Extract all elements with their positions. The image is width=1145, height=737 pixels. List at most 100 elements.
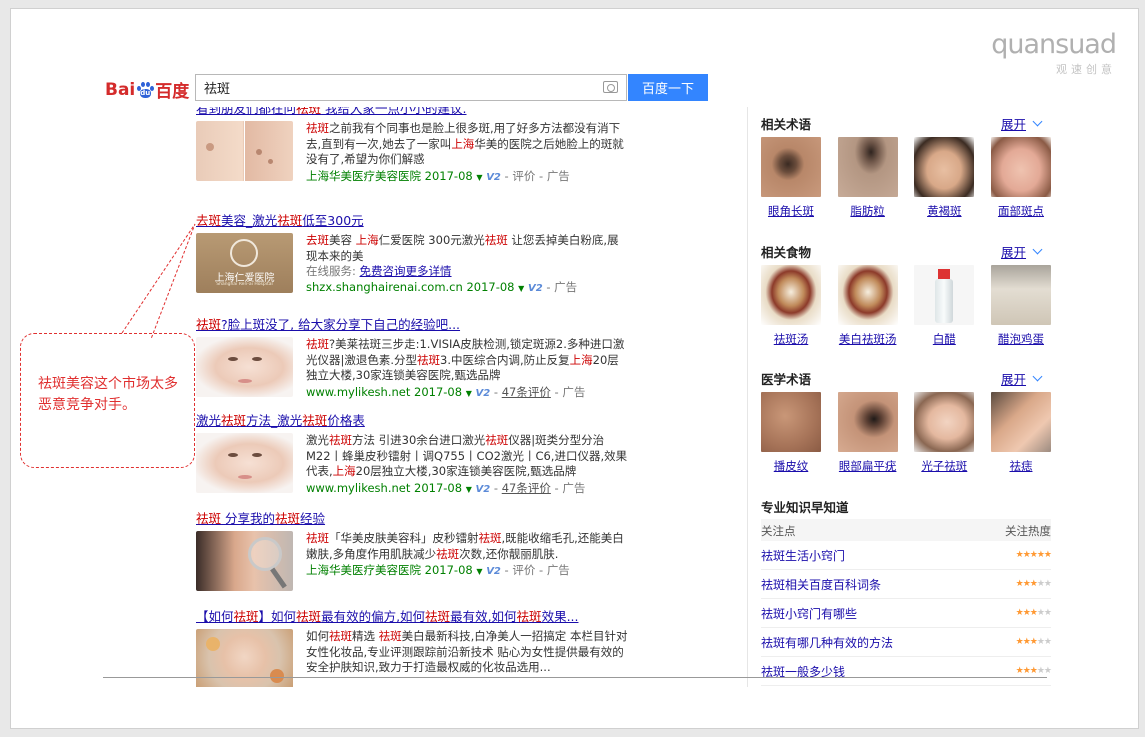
food-image <box>990 265 1051 325</box>
result-item: 祛斑 分享我的祛斑经验 祛斑「华美皮肤美容科」皮秒镭射祛斑,既能收缩毛孔,还能美… <box>196 511 636 597</box>
logo-text-bai: Bai <box>105 79 136 100</box>
related-food-grid: 祛斑汤 美白祛斑汤 白醋 醋泡鸡蛋 <box>761 265 1051 347</box>
star-icon: ★ <box>1015 637 1024 647</box>
result-snippet: 去斑美容 上海仁爱医院 300元激光祛斑 让您丢掉美白粉底,展现本来的美 在线服… <box>306 233 628 297</box>
star-icon: ★ <box>1029 579 1038 589</box>
related-food-expand[interactable]: 展开 <box>1001 242 1043 261</box>
medical-term-item[interactable]: 播皮纹 <box>761 392 821 474</box>
result-snippet: 祛斑?美莱祛斑三步走:1.VISIA皮肤检测,锁定斑源2.多种进口激光仪器|激退… <box>306 337 628 402</box>
result-thumbnail[interactable] <box>196 337 293 397</box>
star-icon: ★ <box>1022 666 1031 676</box>
medical-terms-title: 医学术语 <box>761 372 812 387</box>
star-icon: ★ <box>1029 666 1038 676</box>
paw-icon: du <box>136 81 155 99</box>
term-image <box>990 137 1051 197</box>
result-meta: 上海华美医疗美容医院 2017-08 ▼ V2 - 评价 - 广告 <box>306 563 570 577</box>
rating-stars: ★★★★★ <box>1015 637 1052 647</box>
result-thumbnail[interactable] <box>196 629 293 687</box>
star-icon: ★ <box>1043 550 1052 560</box>
medical-term-item[interactable]: 祛痣 <box>990 392 1051 474</box>
result-thumbnail[interactable] <box>196 121 293 181</box>
result-thumbnail[interactable] <box>196 433 293 493</box>
bottom-divider <box>103 677 1047 678</box>
knowledge-row[interactable]: 祛斑生活小窍门 ★★★★★ <box>761 541 1052 570</box>
term-image <box>837 137 898 197</box>
star-icon: ★ <box>1036 666 1045 676</box>
related-terms-title: 相关术语 <box>761 117 812 132</box>
result-meta: www.mylikesh.net 2017-08 ▼ V2 - 47条评价 - … <box>306 480 586 495</box>
result-item: 激光祛斑方法_激光祛斑价格表 激光祛斑方法 引进30余台进口激光祛斑仪器|斑类分… <box>196 413 636 499</box>
star-icon: ★ <box>1036 550 1045 560</box>
related-food-item[interactable]: 美白祛斑汤 <box>837 265 898 347</box>
term-image <box>914 137 975 197</box>
search-header: Bai du 百度 百度一下 <box>103 71 1063 105</box>
brand-name: quansuad <box>991 29 1117 60</box>
result-thumbnail[interactable]: 上海仁爱医院 Shanghai Ren-ai Hospital <box>196 233 293 293</box>
knowledge-question[interactable]: 祛斑小窍门有哪些 <box>761 605 857 622</box>
star-icon: ★ <box>1015 550 1024 560</box>
chevron-down-icon <box>1032 371 1043 382</box>
knowledge-row[interactable]: 祛斑有哪几种有效的方法 ★★★★★ <box>761 628 1052 657</box>
related-term-item[interactable]: 面部斑点 <box>990 137 1051 219</box>
star-icon: ★ <box>1015 579 1024 589</box>
reviews-link[interactable]: 47条评价 <box>502 481 551 495</box>
rating-stars: ★★★★★ <box>1015 608 1052 618</box>
related-terms-grid: 眼角长斑 脂肪粒 黄褐斑 面部斑点 <box>761 137 1051 219</box>
related-food-item[interactable]: 醋泡鸡蛋 <box>990 265 1051 347</box>
related-food-item[interactable]: 白醋 <box>914 265 975 347</box>
knowledge-row[interactable]: 祛斑小窍门有哪些 ★★★★★ <box>761 599 1052 628</box>
related-term-item[interactable]: 黄褐斑 <box>914 137 975 219</box>
service-link[interactable]: 免费咨询更多详情 <box>360 264 452 278</box>
star-icon: ★ <box>1015 608 1024 618</box>
thumb-hospital-sub: Shanghai Ren-ai Hospital <box>216 282 273 287</box>
medical-terms-expand[interactable]: 展开 <box>1001 369 1043 388</box>
reviews-link[interactable]: 47条评价 <box>502 385 551 399</box>
star-icon: ★ <box>1029 637 1038 647</box>
logo-text-du: du <box>140 88 151 97</box>
annotation-callout: 祛斑美容这个市场太多恶意竞争对手。 <box>20 333 195 468</box>
medical-term-item[interactable]: 光子祛斑 <box>914 392 975 474</box>
chevron-down-icon <box>1032 116 1043 127</box>
related-term-item[interactable]: 眼角长斑 <box>761 137 821 219</box>
knowledge-table: 关注点 关注热度 祛斑生活小窍门 ★★★★★ 祛斑相关百度百科词条 ★★★★★ 祛斑小窍… <box>761 519 1052 686</box>
result-item: 看到朋友们都在问祛斑 我给大家一点小小的建议. 祛斑之前我有个同事也是脸上很多斑… <box>196 107 636 187</box>
result-title[interactable]: 看到朋友们都在问祛斑 我给大家一点小小的建议. <box>196 107 636 117</box>
star-icon: ★ <box>1022 608 1031 618</box>
screenshot-frame: quansuad 观速创意 Bai du 百度 百度一下 看到朋友们都在问祛斑 … <box>10 8 1139 729</box>
knowledge-row[interactable]: 祛斑一般多少钱 ★★★★★ <box>761 657 1052 686</box>
term-image <box>761 392 821 452</box>
related-term-item[interactable]: 脂肪粒 <box>837 137 898 219</box>
related-terms-expand[interactable]: 展开 <box>1001 114 1043 133</box>
knowledge-row[interactable]: 祛斑相关百度百科词条 ★★★★★ <box>761 570 1052 599</box>
star-icon: ★ <box>1043 637 1052 647</box>
knowledge-question[interactable]: 祛斑相关百度百科词条 <box>761 576 881 593</box>
result-item: 祛斑?脸上斑没了, 给大家分享下自己的经验吧... 祛斑?美莱祛斑三步走:1.V… <box>196 317 636 403</box>
star-icon: ★ <box>1043 666 1052 676</box>
medical-term-item[interactable]: 眼部扁平疣 <box>837 392 898 474</box>
term-image <box>914 392 975 452</box>
result-title[interactable]: 【如何祛斑】如何祛斑最有效的偏方,如何祛斑最有效,如何祛斑效果... <box>196 609 636 625</box>
search-input[interactable] <box>196 75 586 100</box>
knowledge-header: 关注点 关注热度 <box>761 519 1051 541</box>
star-icon: ★ <box>1036 608 1045 618</box>
result-title[interactable]: 激光祛斑方法_激光祛斑价格表 <box>196 413 636 429</box>
result-item: 去斑美容_激光祛斑低至300元 上海仁爱医院 Shanghai Ren-ai H… <box>196 213 636 299</box>
result-thumbnail[interactable] <box>196 531 293 591</box>
knowledge-question[interactable]: 祛斑有哪几种有效的方法 <box>761 634 893 651</box>
related-food-item[interactable]: 祛斑汤 <box>761 265 821 347</box>
food-image <box>837 265 898 325</box>
result-title[interactable]: 祛斑 分享我的祛斑经验 <box>196 511 636 527</box>
result-title[interactable]: 祛斑?脸上斑没了, 给大家分享下自己的经验吧... <box>196 317 636 333</box>
result-snippet: 如何祛斑精选 祛斑美白最新科技,白净美人一招搞定 本栏目针对女性化妆品,专业评测… <box>306 629 628 674</box>
result-snippet: 激光祛斑方法 引进30余台进口激光祛斑仪器|斑类分型分治 M22丨蜂巢皮秒镭射丨… <box>306 433 628 498</box>
result-snippet: 祛斑之前我有个同事也是脸上很多斑,用了好多方法都没有消下去,直到有一次,她去了一… <box>306 121 628 186</box>
search-button[interactable]: 百度一下 <box>628 74 708 101</box>
term-image <box>837 392 898 452</box>
star-icon: ★ <box>1015 666 1024 676</box>
star-icon: ★ <box>1043 608 1052 618</box>
camera-icon[interactable] <box>603 81 618 93</box>
knowledge-question[interactable]: 祛斑生活小窍门 <box>761 547 845 564</box>
results-column: 看到朋友们都在问祛斑 我给大家一点小小的建议. 祛斑之前我有个同事也是脸上很多斑… <box>103 107 743 687</box>
result-title[interactable]: 去斑美容_激光祛斑低至300元 <box>196 213 636 229</box>
baidu-logo[interactable]: Bai du 百度 <box>105 77 189 103</box>
